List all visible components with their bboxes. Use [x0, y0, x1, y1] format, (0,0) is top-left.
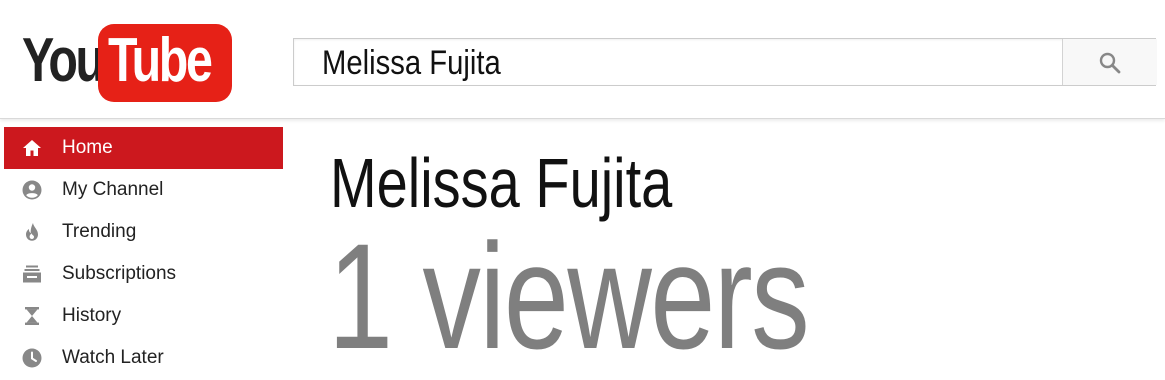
viewer-count: 1 viewers [328, 212, 810, 380]
search-icon [1099, 52, 1121, 74]
logo-text-you: You [22, 26, 105, 95]
subscriptions-icon [23, 265, 41, 283]
sidebar-item-my-channel[interactable]: My Channel [4, 169, 283, 211]
search-button[interactable] [1062, 39, 1157, 85]
sidebar-item-history[interactable]: History [4, 295, 283, 337]
sidebar-item-label: My Channel [62, 179, 164, 200]
search-bar [293, 38, 1157, 86]
sidebar-item-label: Home [62, 137, 113, 158]
sidebar: Home My Channel Trending Subscriptions H… [4, 127, 283, 379]
account-icon [22, 180, 42, 200]
sidebar-item-subscriptions[interactable]: Subscriptions [4, 253, 283, 295]
sidebar-item-label: Trending [62, 221, 137, 242]
home-icon [23, 140, 41, 156]
flame-icon [26, 223, 38, 241]
logo-text-tube: Tube [108, 26, 213, 95]
sidebar-item-watch-later[interactable]: Watch Later [4, 337, 283, 379]
search-input[interactable] [322, 45, 950, 81]
sidebar-item-label: History [62, 305, 122, 326]
sidebar-item-label: Watch Later [62, 347, 164, 368]
youtube-logo[interactable]: You Tube [22, 22, 232, 102]
header: You Tube [0, 0, 1165, 119]
sidebar-item-label: Subscriptions [62, 263, 177, 284]
sidebar-item-trending[interactable]: Trending [4, 211, 283, 253]
hourglass-icon [25, 307, 39, 325]
sidebar-item-home[interactable]: Home [4, 127, 283, 169]
clock-icon [22, 348, 42, 368]
